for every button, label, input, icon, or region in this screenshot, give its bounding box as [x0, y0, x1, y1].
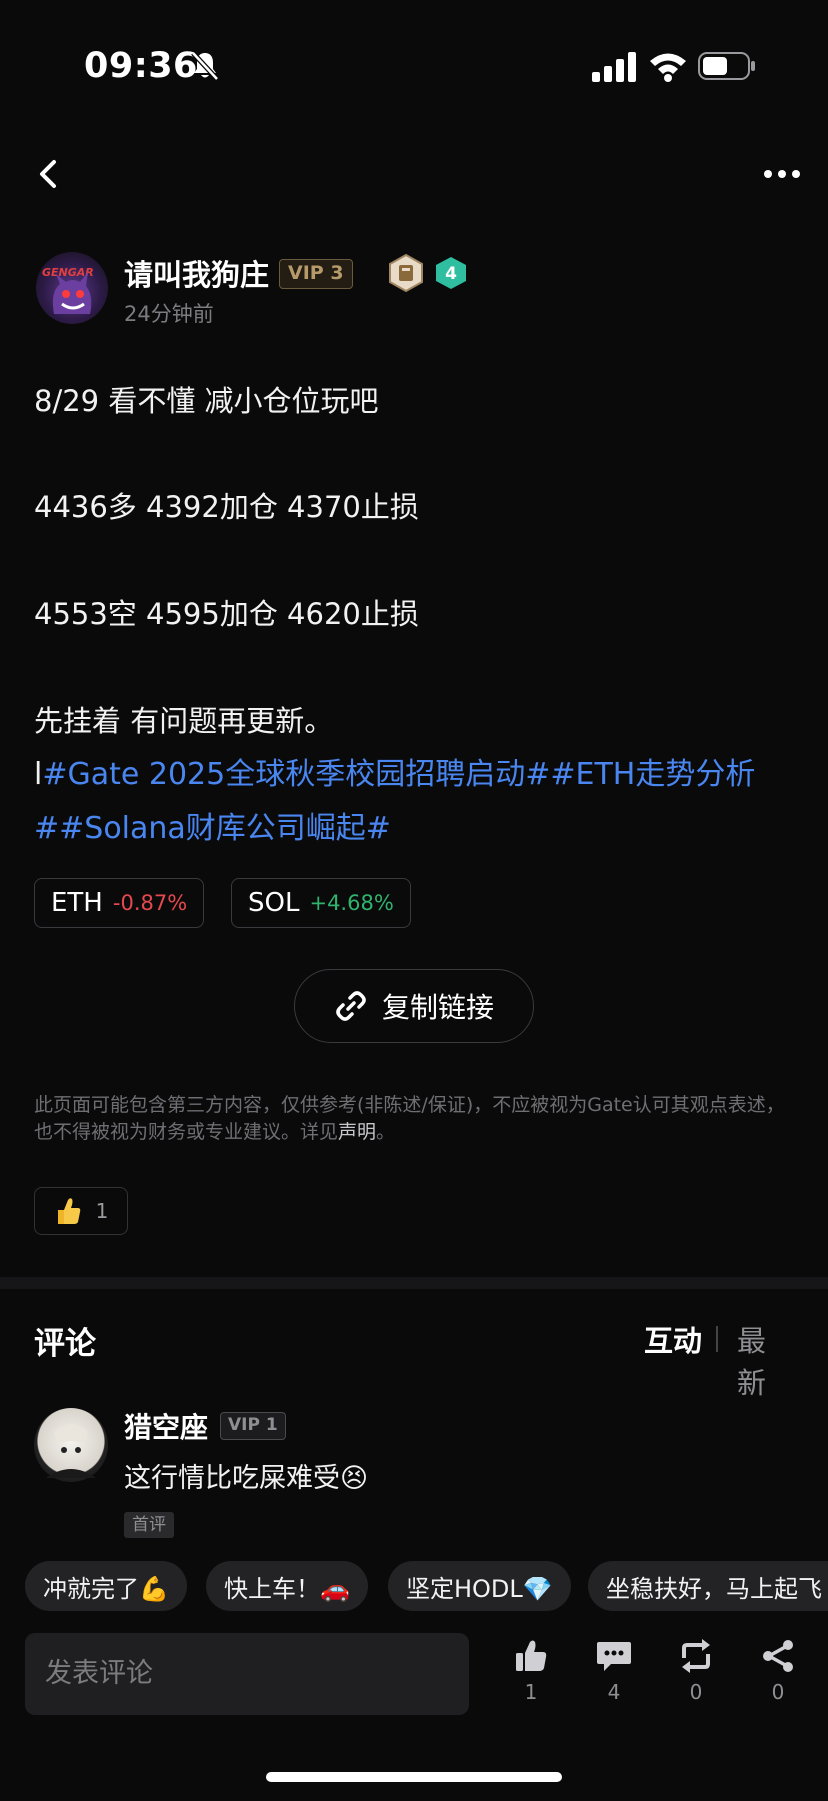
quick-reply-chip[interactable]: 坐稳扶好，马上起飞 — [588, 1561, 828, 1611]
status-bar: 09:36 — [0, 0, 828, 130]
comment-action-count: 4 — [607, 1680, 621, 1704]
link-icon — [336, 991, 366, 1021]
comments-header: 评论 互动 最新 — [34, 1318, 794, 1400]
level-icon: 4 — [436, 257, 466, 289]
commenter-avatar[interactable] — [34, 1408, 108, 1482]
disclaimer-text: 此页面可能包含第三方内容，仅供参考(非陈述/保证)，不应被视为Gate认可其观点… — [34, 1094, 785, 1143]
copy-link-label: 复制链接 — [381, 991, 494, 1024]
post-time: 24分钟前 — [124, 302, 214, 326]
comment-icon — [597, 1642, 631, 1671]
commenter-avatar-figure — [46, 1424, 96, 1478]
sort-separator — [716, 1326, 718, 1352]
commenter-name[interactable]: 猎空座 — [124, 1406, 208, 1446]
like-reaction-button[interactable]: 1 — [34, 1187, 128, 1235]
quick-reply-bar: 冲就完了💪 快上车！🚗 坚定HODL💎 坐稳扶好，马上起飞 — [0, 1538, 828, 1628]
ticker-change: -0.87% — [112, 891, 188, 915]
author-avatar[interactable]: GENGAR — [36, 252, 108, 324]
ticker-symbol: ETH — [51, 888, 103, 918]
medal-icon — [389, 254, 423, 292]
hashtag-links[interactable]: #Gate 2025全球秋季校园招聘启动##ETH走势分析##Solana财库公… — [34, 757, 755, 846]
post-line-4: 先挂着 有问题再更新。 — [34, 704, 334, 738]
avatar-figure — [52, 272, 92, 314]
section-divider — [0, 1277, 828, 1289]
disclaimer-link[interactable]: 声明 — [338, 1121, 376, 1143]
ticker-sol[interactable]: SOL +4.68% — [231, 878, 411, 928]
disclaimer: 此页面可能包含第三方内容，仅供参考(非陈述/保证)，不应被视为Gate认可其观点… — [34, 1092, 794, 1146]
share-action-button[interactable]: 0 — [753, 1638, 803, 1718]
post-hashtags[interactable]: l#Gate 2025全球秋季校园招聘启动##ETH走势分析##Solana财库… — [34, 748, 784, 856]
comment-item: 猎空座 VIP 1 这行情比吃屎难受😣 首评 — [34, 1408, 794, 1538]
comments-title: 评论 — [34, 1326, 96, 1362]
ticker-symbol: SOL — [248, 888, 300, 918]
quick-reply-chip[interactable]: 坚定HODL💎 — [388, 1561, 571, 1611]
post-line-3: 4553空 4595加仓 4620止损 — [34, 597, 419, 631]
share-action-count: 0 — [771, 1680, 785, 1704]
signal-icon — [592, 52, 636, 82]
thumbs-up-emoji-icon — [57, 1198, 80, 1224]
author-name[interactable]: 请叫我狗庄 — [124, 252, 269, 294]
ticker-eth[interactable]: ETH -0.87% — [34, 878, 205, 928]
back-icon[interactable] — [34, 154, 66, 194]
copy-link-button[interactable]: 复制链接 — [294, 969, 534, 1043]
first-comment-badge: 首评 — [124, 1512, 174, 1538]
level-number: 4 — [445, 264, 457, 284]
home-indicator[interactable] — [266, 1772, 562, 1782]
repost-action-button[interactable]: 0 — [671, 1638, 721, 1718]
bottom-action-bar: 发表评论 1 4 0 0 — [0, 1628, 828, 1738]
wifi-icon — [650, 53, 686, 82]
comment-text: 这行情比吃屎难受😣 — [124, 1463, 369, 1494]
like-action-button[interactable]: 1 — [506, 1638, 556, 1718]
share-icon — [763, 1640, 793, 1672]
post-line-1: 8/29 看不懂 减小仓位玩吧 — [34, 384, 379, 418]
more-icon[interactable] — [762, 162, 802, 186]
like-count: 1 — [95, 1199, 109, 1223]
quick-reply-chip[interactable]: 冲就完了💪 — [25, 1561, 187, 1611]
repost-icon — [682, 1639, 710, 1673]
disclaimer-end: 。 — [376, 1121, 396, 1143]
repost-action-count: 0 — [689, 1680, 703, 1704]
post-author: GENGAR 请叫我狗庄 VIP 3 4 24分钟前 — [36, 252, 796, 332]
sort-latest-tab[interactable]: 最新 — [737, 1318, 794, 1402]
thumbs-up-icon — [516, 1640, 547, 1671]
bell-slash-icon — [191, 51, 219, 81]
ticker-change: +4.68% — [309, 891, 394, 915]
comment-action-button[interactable]: 4 — [589, 1638, 639, 1718]
vip-badge: VIP 3 — [279, 259, 353, 289]
commenter-vip-badge: VIP 1 — [220, 1412, 286, 1440]
comment-input[interactable]: 发表评论 — [25, 1633, 469, 1715]
status-time: 09:36 — [84, 46, 198, 86]
sort-interactive-tab[interactable]: 互动 — [644, 1318, 702, 1360]
like-action-count: 1 — [524, 1680, 538, 1704]
battery-icon — [698, 52, 755, 80]
quick-reply-chip[interactable]: 快上车！🚗 — [206, 1561, 368, 1611]
post-line-2: 4436多 4392加仓 4370止损 — [34, 490, 419, 524]
